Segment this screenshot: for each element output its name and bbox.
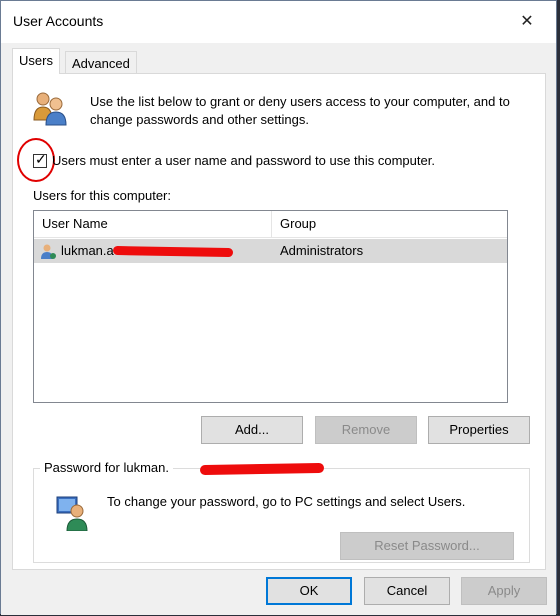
users-tab-panel: Use the list below to grant or deny user… <box>12 73 546 570</box>
intro-text: Use the list below to grant or deny user… <box>90 94 510 127</box>
users-list-label: Users for this computer: <box>33 188 171 203</box>
users-list[interactable]: User Name Group lukman.a Administrators <box>33 210 508 403</box>
reset-password-button[interactable]: Reset Password... <box>340 532 514 560</box>
properties-button[interactable]: Properties <box>428 416 530 444</box>
cancel-button[interactable]: Cancel <box>364 577 450 605</box>
apply-button[interactable]: Apply <box>461 577 547 605</box>
password-group-title: Password for lukman. <box>40 460 173 475</box>
ok-button[interactable]: OK <box>266 577 352 605</box>
users-icon <box>33 92 67 126</box>
column-user-name[interactable]: User Name <box>34 211 272 237</box>
row-group: Administrators <box>280 243 364 258</box>
title-bar: User Accounts ✕ <box>1 1 556 43</box>
add-button[interactable]: Add... <box>201 416 303 444</box>
password-group: Password for lukman. To change your pass… <box>33 460 530 563</box>
require-login-checkbox[interactable]: ✓ <box>33 151 47 168</box>
user-password-icon <box>56 496 88 531</box>
tab-advanced[interactable]: Advanced <box>65 51 137 75</box>
user-accounts-window: User Accounts ✕ Users Advanced Use the l… <box>0 0 557 615</box>
user-icon <box>41 244 56 259</box>
close-icon[interactable]: ✕ <box>512 8 542 36</box>
tab-users[interactable]: Users <box>12 48 60 74</box>
row-user-name: lukman.a <box>61 243 114 258</box>
column-group[interactable]: Group <box>272 211 509 237</box>
password-info-text: To change your password, go to PC settin… <box>107 494 466 509</box>
remove-button[interactable]: Remove <box>315 416 417 444</box>
dialog-body: Users Advanced Use the list below to gra… <box>1 43 556 615</box>
checkmark-icon: ✓ <box>35 151 47 167</box>
window-title: User Accounts <box>13 13 104 29</box>
list-header: User Name Group <box>34 211 507 238</box>
redaction-mark <box>199 462 325 476</box>
require-login-label[interactable]: Users must enter a user name and passwor… <box>52 153 435 168</box>
list-item[interactable]: lukman.a Administrators <box>34 239 507 263</box>
redaction-mark <box>112 245 234 258</box>
